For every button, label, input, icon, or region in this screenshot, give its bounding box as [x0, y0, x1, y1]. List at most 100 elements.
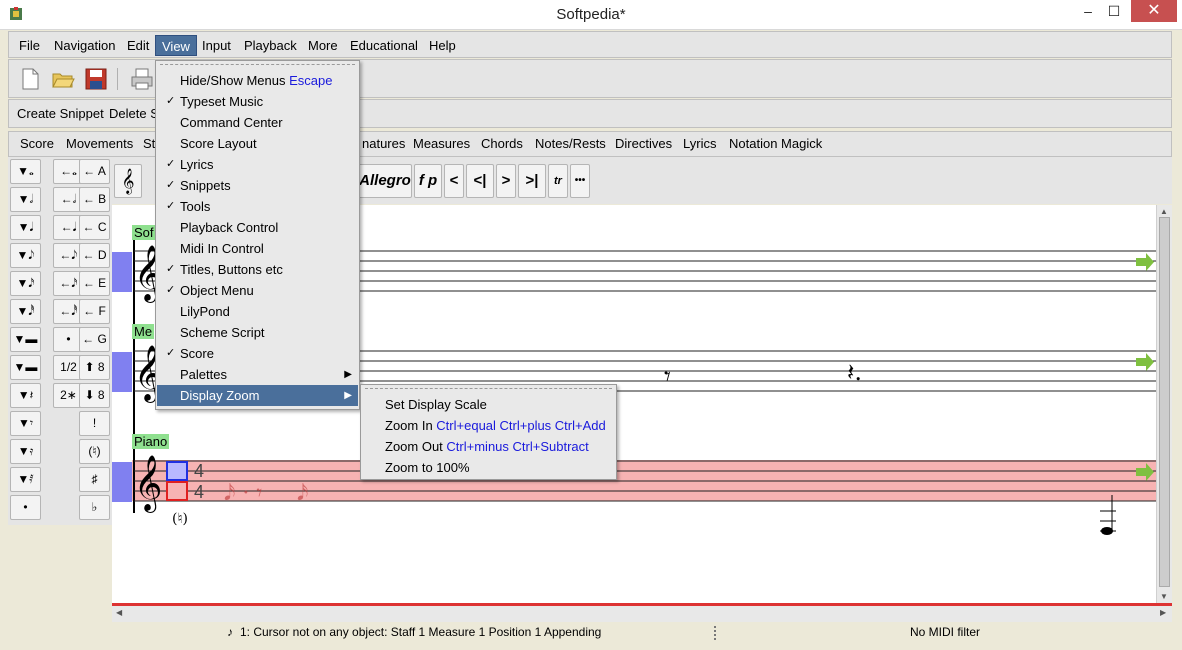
- crescendo-end-button[interactable]: <|: [466, 164, 494, 198]
- obj-staffs[interactable]: St: [143, 136, 155, 151]
- trill-button[interactable]: tr: [548, 164, 568, 198]
- vertical-scrollbar[interactable]: ▲ ▼: [1156, 205, 1172, 605]
- staff-label-2[interactable]: Me: [132, 324, 155, 339]
- tempo-allegro-button[interactable]: Allegro: [358, 164, 412, 198]
- view-menu-item-snippets[interactable]: ✓ Snippets: [157, 175, 358, 196]
- palette-button-r0-c0[interactable]: ▼𝅝: [10, 159, 41, 184]
- menu-input[interactable]: Input: [196, 35, 237, 56]
- view-menu-item-tools[interactable]: ✓ Tools: [157, 196, 358, 217]
- obj-notes-rests[interactable]: Notes/Rests: [535, 136, 606, 151]
- zoom-menu-item-zoom-in[interactable]: Zoom In Ctrl+equal Ctrl+plus Ctrl+Add: [362, 415, 615, 436]
- more-ornaments-button[interactable]: •••: [570, 164, 590, 198]
- status-cursor-text: 1: Cursor not on any object: Staff 1 Mea…: [240, 625, 602, 639]
- staff-label-3[interactable]: Piano: [132, 434, 170, 449]
- view-menu-item-display-zoom[interactable]: Display Zoom ▶: [157, 385, 358, 406]
- view-menu-item-midi-in-control[interactable]: Midi In Control: [157, 238, 358, 259]
- scroll-up-icon[interactable]: ▲: [1160, 207, 1168, 216]
- save-icon[interactable]: [83, 66, 109, 92]
- obj-lyrics[interactable]: Lyrics: [683, 136, 716, 151]
- scroll-thumb[interactable]: [1159, 217, 1170, 587]
- view-menu-item-scheme-script[interactable]: Scheme Script: [157, 322, 358, 343]
- obj-directives[interactable]: Directives: [615, 136, 672, 151]
- staff-label-1[interactable]: Sof: [132, 225, 156, 240]
- palette-button-r5-c2[interactable]: ← F: [79, 299, 110, 324]
- print-icon[interactable]: [129, 66, 155, 92]
- view-menu-item-typeset-music[interactable]: ✓ Typeset Music: [157, 91, 358, 112]
- menu-help[interactable]: Help: [423, 35, 462, 56]
- tearoff-line[interactable]: [160, 64, 355, 66]
- palette-button-r7-c2[interactable]: ⬆ 8: [79, 355, 110, 380]
- status-divider[interactable]: [714, 626, 716, 640]
- palette-button-r0-c2[interactable]: ← A: [79, 159, 110, 184]
- view-menu-item-palettes[interactable]: Palettes ▶: [157, 364, 358, 385]
- palette-button-r11-c0[interactable]: ▼𝅀: [10, 467, 41, 492]
- diminuendo-end-button[interactable]: >|: [518, 164, 546, 198]
- minimize-button[interactable]: –: [1075, 0, 1101, 22]
- create-snippet-button[interactable]: Create Snippet: [17, 106, 104, 121]
- menu-edit[interactable]: Edit: [121, 35, 155, 56]
- obj-score[interactable]: Score: [20, 136, 54, 151]
- palette-button-r10-c2[interactable]: (♮): [79, 439, 110, 464]
- palette-button-r4-c0[interactable]: ▼𝅘𝅥𝅯: [10, 271, 41, 296]
- palette-button-r7-c0[interactable]: ▼▬: [10, 355, 41, 380]
- palette-button-r8-c0[interactable]: ▼𝄽: [10, 383, 41, 408]
- menu-item-label: Zoom In Ctrl+equal Ctrl+plus Ctrl+Add: [385, 418, 606, 433]
- menu-more[interactable]: More: [302, 35, 344, 56]
- scroll-down-icon[interactable]: ▼: [1160, 592, 1168, 601]
- view-menu-item-score-layout[interactable]: Score Layout: [157, 133, 358, 154]
- palette-button-r8-c2[interactable]: ⬇ 8: [79, 383, 110, 408]
- palette-button-r10-c0[interactable]: ▼𝄿: [10, 439, 41, 464]
- menu-file[interactable]: File: [13, 35, 46, 56]
- tearoff-line[interactable]: [365, 388, 612, 390]
- new-file-icon[interactable]: [17, 66, 43, 92]
- continue-arrow: [1136, 253, 1154, 271]
- palette-button-r1-c2[interactable]: ← B: [79, 187, 110, 212]
- view-menu-item-object-menu[interactable]: ✓ Object Menu: [157, 280, 358, 301]
- menu-item-label: Display Zoom: [180, 388, 260, 403]
- scroll-right-icon[interactable]: ▶: [1160, 608, 1166, 617]
- palette-button-r12-c0[interactable]: •: [10, 495, 41, 520]
- palette-button-r1-c0[interactable]: ▼𝅗𝅥: [10, 187, 41, 212]
- clef-button[interactable]: 𝄞: [114, 164, 142, 198]
- view-menu-item-command-center[interactable]: Command Center: [157, 112, 358, 133]
- palette-button-r2-c0[interactable]: ▼𝅘𝅥: [10, 215, 41, 240]
- view-menu-item-titles-buttons-etc[interactable]: ✓ Titles, Buttons etc: [157, 259, 358, 280]
- palette-button-r3-c0[interactable]: ▼𝅘𝅥𝅮: [10, 243, 41, 268]
- scroll-left-icon[interactable]: ◀: [116, 608, 122, 617]
- obj-movements[interactable]: Movements: [66, 136, 133, 151]
- obj-measures[interactable]: Measures: [413, 136, 470, 151]
- palette-button-r4-c2[interactable]: ← E: [79, 271, 110, 296]
- obj-signatures[interactable]: natures: [362, 136, 405, 151]
- crescendo-button[interactable]: <: [444, 164, 464, 198]
- view-menu-item-score[interactable]: ✓ Score: [157, 343, 358, 364]
- menu-view[interactable]: View: [155, 35, 197, 56]
- view-menu-item-playback-control[interactable]: Playback Control: [157, 217, 358, 238]
- zoom-menu-item-zoom-to-100-[interactable]: Zoom to 100%: [362, 457, 615, 478]
- view-menu-item-lyrics[interactable]: ✓ Lyrics: [157, 154, 358, 175]
- palette-button-r9-c2[interactable]: !: [79, 411, 110, 436]
- view-menu-item-hide-show-menus[interactable]: Hide/Show Menus Escape: [157, 70, 358, 91]
- palette-button-r3-c2[interactable]: ← D: [79, 243, 110, 268]
- zoom-menu-item-set-display-scale[interactable]: Set Display Scale: [362, 394, 615, 415]
- close-button[interactable]: ✕: [1131, 0, 1177, 22]
- maximize-button[interactable]: ☐: [1101, 0, 1127, 22]
- open-folder-icon[interactable]: [50, 66, 76, 92]
- menu-navigation[interactable]: Navigation: [48, 35, 121, 56]
- palette-button-r6-c0[interactable]: ▼▬: [10, 327, 41, 352]
- diminuendo-button[interactable]: >: [496, 164, 516, 198]
- zoom-menu-item-zoom-out[interactable]: Zoom Out Ctrl+minus Ctrl+Subtract: [362, 436, 615, 457]
- menu-playback[interactable]: Playback: [238, 35, 303, 56]
- dynamics-button[interactable]: f p: [414, 164, 442, 198]
- palette-button-r11-c2[interactable]: ♯: [79, 467, 110, 492]
- palette-button-r5-c0[interactable]: ▼𝅘𝅥𝅰: [10, 299, 41, 324]
- obj-chords[interactable]: Chords: [481, 136, 523, 151]
- palette-button-r6-c2[interactable]: ← G: [79, 327, 110, 352]
- palette-button-r9-c0[interactable]: ▼𝄾: [10, 411, 41, 436]
- menu-educational[interactable]: Educational: [344, 35, 424, 56]
- delete-snippet-button[interactable]: Delete S: [109, 106, 159, 121]
- view-menu-item-lilypond[interactable]: LilyPond: [157, 301, 358, 322]
- palette-button-r2-c2[interactable]: ← C: [79, 215, 110, 240]
- obj-notation-magick[interactable]: Notation Magick: [729, 136, 822, 151]
- horizontal-scrollbar[interactable]: ◀ ▶: [112, 606, 1172, 622]
- palette-button-r12-c2[interactable]: ♭: [79, 495, 110, 520]
